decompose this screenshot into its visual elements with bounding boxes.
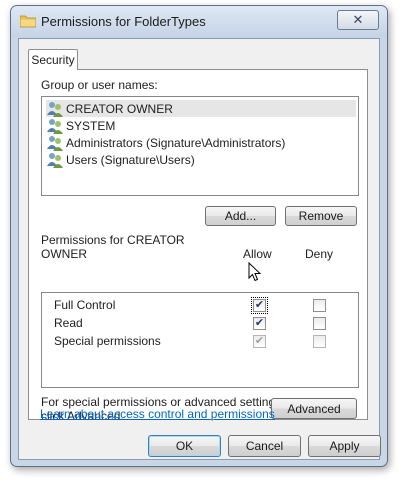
close-icon: ✕ [352,12,364,27]
deny-checkbox-read[interactable] [313,317,326,330]
deny-checkbox-full-control[interactable] [313,299,326,312]
add-button-label: Add... [224,209,257,223]
allow-checkbox-full-control[interactable]: ✔ [251,297,268,314]
window-title: Permissions for FolderTypes [41,14,206,29]
security-tab-panel: Group or user names: CREATOR OWNER SYSTE… [28,69,368,423]
cancel-button[interactable]: Cancel [228,435,301,457]
list-item-label: Administrators (Signature\Administrators… [66,135,286,150]
list-item-label: Users (Signature\Users) [66,152,195,167]
help-link[interactable]: Learn about access control and permissio… [40,407,275,421]
list-item-users[interactable]: Users (Signature\Users) [46,151,356,168]
users-group-icon [47,101,63,117]
list-item-system[interactable]: SYSTEM [46,117,356,134]
dialog-client-area: Security Group or user names: CREATOR OW… [18,38,381,460]
allow-checkbox-read[interactable]: ✔ [253,317,266,330]
cancel-button-label: Cancel [245,439,284,453]
list-item-label: SYSTEM [66,118,116,133]
ok-button-label: OK [175,439,194,453]
list-item-administrators[interactable]: Administrators (Signature\Administrators… [46,134,356,151]
allow-checkbox-special: ✔ [253,335,266,348]
users-group-icon [47,118,63,134]
remove-button-label: Remove [298,209,344,223]
permissions-label-line1: Permissions for CREATOR [41,233,185,247]
allow-column-header: Allow [243,247,272,261]
permission-name-full-control: Full Control [54,298,116,312]
list-item-creator-owner[interactable]: CREATOR OWNER [46,100,356,117]
users-group-icon [47,152,63,168]
advanced-button[interactable]: Advanced [271,398,357,419]
folder-icon [20,15,36,28]
deny-checkbox-special [313,335,326,348]
mouse-pointer-icon [248,262,262,282]
add-button[interactable]: Add... [205,206,276,226]
ok-button[interactable]: OK [148,435,221,457]
tab-label: Security [31,53,75,67]
permissions-dialog: Permissions for FolderTypes ✕ Security G… [10,5,388,467]
permission-name-special: Special permissions [54,334,161,348]
title-bar[interactable]: Permissions for FolderTypes ✕ [11,6,387,38]
users-group-icon [47,135,63,151]
permissions-list: Full Control ✔ Read ✔ Special permission… [41,292,359,388]
close-button[interactable]: ✕ [337,10,379,30]
remove-button[interactable]: Remove [285,206,357,226]
permission-name-read: Read [54,316,83,330]
list-item-label: CREATOR OWNER [66,101,173,116]
group-names-label: Group or user names: [41,78,158,92]
apply-button-label: Apply [329,439,360,453]
apply-button[interactable]: Apply [308,435,381,457]
advanced-button-label: Advanced [287,401,341,416]
group-user-list[interactable]: CREATOR OWNER SYSTEM Administrators (Sig… [41,96,359,196]
deny-column-header: Deny [305,247,334,261]
tab-security[interactable]: Security [28,49,78,70]
permissions-label-line2: OWNER [41,247,87,261]
